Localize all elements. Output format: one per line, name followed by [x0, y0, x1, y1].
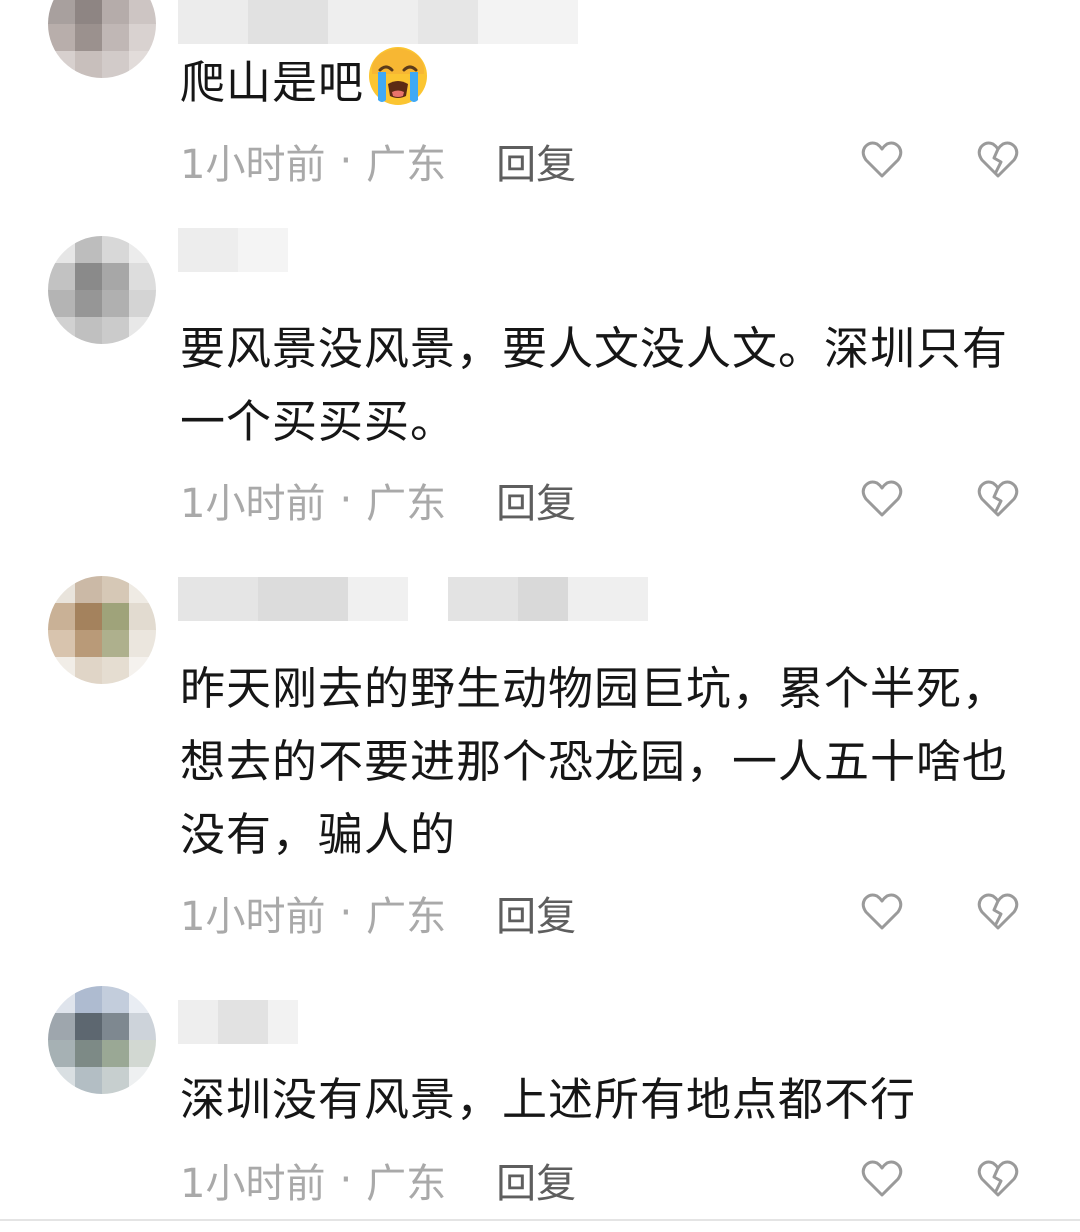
comment-text: 爬山是吧 — [180, 44, 1010, 119]
comment-location: 广东 — [366, 1161, 447, 1207]
avatar[interactable] — [48, 236, 156, 344]
comment-location: 广东 — [366, 481, 447, 527]
username-blurred[interactable] — [178, 1000, 298, 1044]
avatar[interactable] — [48, 0, 156, 78]
broken-heart-outline-icon[interactable] — [976, 890, 1020, 934]
reply-button[interactable]: 回复 — [496, 471, 576, 529]
heart-outline-icon[interactable] — [860, 477, 904, 521]
avatar[interactable] — [48, 576, 156, 684]
comment-meta: 1小时前 · 广东 回复 — [180, 888, 576, 940]
comment-time: 1小时前 — [180, 894, 326, 940]
meta-separator: · — [339, 138, 353, 184]
comment-time: 1小时前 — [180, 1161, 326, 1207]
meta-separator: · — [339, 1157, 353, 1203]
heart-outline-icon[interactable] — [860, 1157, 904, 1201]
reply-button[interactable]: 回复 — [496, 1151, 576, 1209]
heart-outline-icon[interactable] — [860, 890, 904, 934]
heart-outline-icon[interactable] — [860, 138, 904, 182]
broken-heart-outline-icon[interactable] — [976, 138, 1020, 182]
broken-heart-outline-icon[interactable] — [976, 477, 1020, 521]
broken-heart-outline-icon[interactable] — [976, 1157, 1020, 1201]
comment-time: 1小时前 — [180, 481, 326, 527]
comment-text: 要风景没风景，要人文没人文。深圳只有一个买买买。 — [180, 322, 1009, 448]
comment-text: 深圳没有风景，上述所有地点都不行 — [180, 1073, 917, 1126]
comment-meta: 1小时前 · 广东 回复 — [180, 1155, 576, 1207]
comment-location: 广东 — [366, 142, 447, 188]
username-blurred[interactable] — [178, 577, 648, 621]
comment-location: 广东 — [366, 894, 447, 940]
comment-meta: 1小时前 · 广东 回复 — [180, 136, 576, 188]
meta-separator: · — [339, 477, 353, 523]
divider — [0, 1219, 1080, 1221]
reply-button[interactable]: 回复 — [496, 132, 576, 190]
avatar[interactable] — [48, 986, 156, 1094]
username-blurred[interactable] — [178, 0, 578, 44]
reply-button[interactable]: 回复 — [496, 884, 576, 942]
comment-meta: 1小时前 · 广东 回复 — [180, 475, 576, 527]
loudly-crying-face-icon — [369, 47, 428, 105]
comment-text: 昨天刚去的野生动物园巨坑，累个半死，想去的不要进那个恐龙园，一人五十啥也没有，骗… — [180, 662, 1009, 861]
comment-time: 1小时前 — [180, 142, 326, 188]
username-blurred[interactable] — [178, 228, 288, 272]
meta-separator: · — [339, 890, 353, 936]
